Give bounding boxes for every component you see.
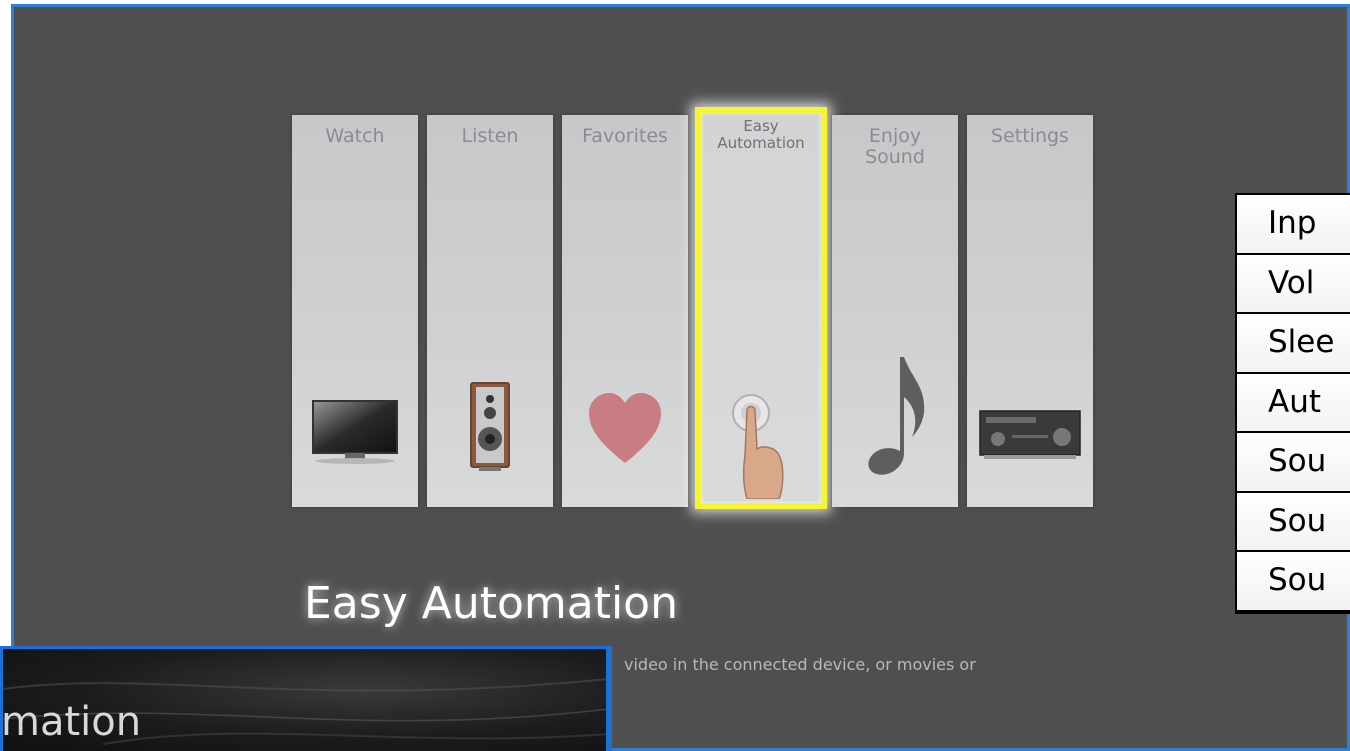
tile-listen[interactable]: Listen xyxy=(427,115,553,507)
tile-watch[interactable]: Watch xyxy=(292,115,418,507)
tile-settings-label: Settings xyxy=(991,125,1069,147)
menu-item-input[interactable]: Inp xyxy=(1237,195,1350,255)
popup-title: mation xyxy=(1,699,142,745)
music-note-icon xyxy=(868,357,925,475)
tile-settings[interactable]: Settings xyxy=(967,115,1093,507)
tile-listen-label: Listen xyxy=(461,125,519,147)
tile-enjoy-sound-label: Enjoy Sound xyxy=(865,125,925,168)
selected-item-title: Easy Automation xyxy=(304,578,678,629)
selected-item-description: video in the connected device, or movies… xyxy=(624,655,976,674)
tile-favorites[interactable]: Favorites xyxy=(562,115,688,507)
tile-enjoy-sound[interactable]: Enjoy Sound xyxy=(832,115,958,507)
menu-item-volume[interactable]: Vol xyxy=(1237,254,1350,314)
av-receiver-icon xyxy=(979,410,1081,459)
menu-item-sound-3[interactable]: Sou xyxy=(1237,552,1350,612)
menu-item-auto[interactable]: Aut xyxy=(1237,373,1350,433)
tile-watch-label: Watch xyxy=(325,125,385,147)
tv-icon xyxy=(312,400,398,464)
home-screen: Watch Listen Favorites Easy Automation E… xyxy=(11,4,1350,751)
finger-press-button-icon xyxy=(732,394,784,499)
speaker-icon xyxy=(470,382,510,471)
menu-item-sound-2[interactable]: Sou xyxy=(1237,492,1350,552)
menu-item-sleep[interactable]: Slee xyxy=(1237,314,1350,374)
menu-item-sound-1[interactable]: Sou xyxy=(1237,433,1350,493)
tile-favorites-label: Favorites xyxy=(582,125,668,147)
heart-icon xyxy=(589,393,661,463)
tile-easy-automation-label: Easy Automation xyxy=(717,117,805,152)
side-options-menu: Inp Vol Slee Aut Sou Sou Sou xyxy=(1235,193,1350,614)
easy-automation-popup: mation xyxy=(0,646,612,751)
tile-easy-automation[interactable]: Easy Automation xyxy=(695,107,827,509)
